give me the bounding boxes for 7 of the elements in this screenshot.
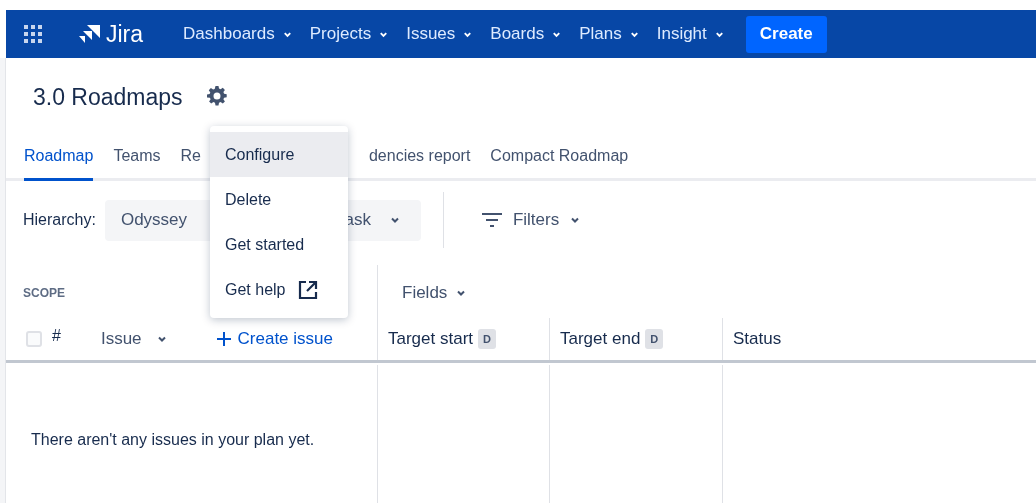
plan-title: 3.0 Roadmaps bbox=[33, 82, 183, 112]
date-type-badge: D bbox=[478, 328, 496, 350]
column-header: # bbox=[52, 326, 61, 346]
scope-heading: SCOPE bbox=[23, 285, 65, 302]
empty-message: There aren't any issues in your plan yet. bbox=[31, 430, 315, 450]
hierarchy-label: Hierarchy: bbox=[23, 210, 96, 230]
date-type-badge: D bbox=[645, 328, 664, 350]
